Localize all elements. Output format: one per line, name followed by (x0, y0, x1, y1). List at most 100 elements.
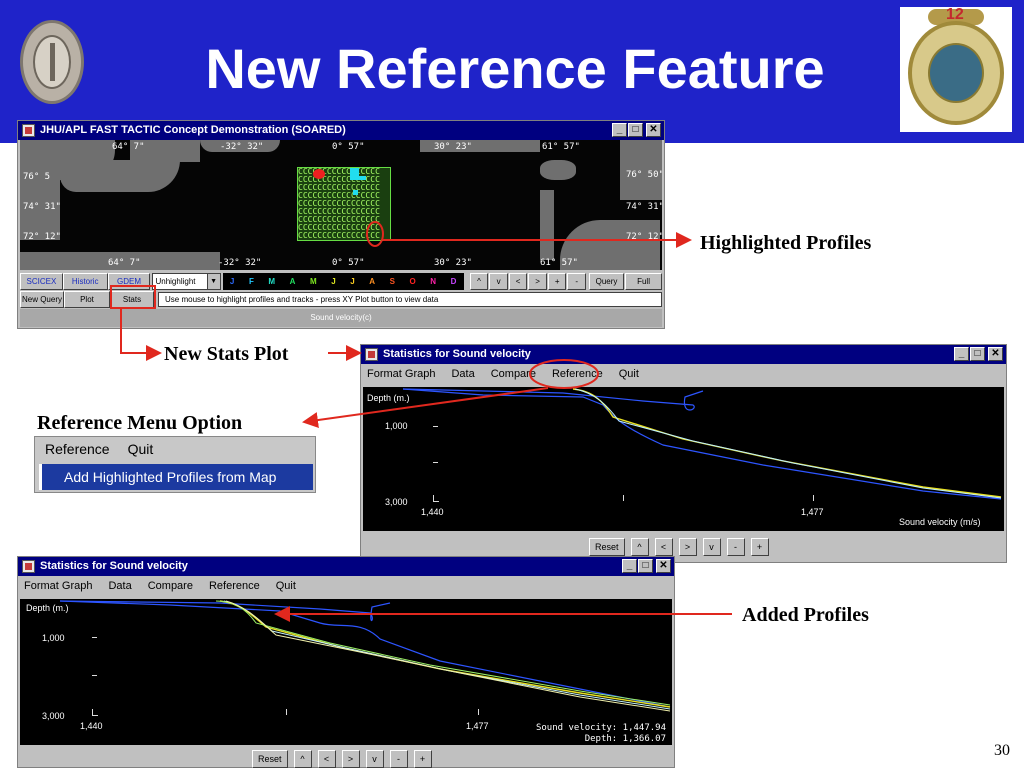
new-query-button[interactable]: New Query (20, 291, 64, 308)
pan-right-button[interactable]: > (341, 750, 360, 768)
map-window: JHU/APL FAST TACTIC Concept Demonstratio… (17, 120, 665, 329)
stats-window-titlebar[interactable]: Statistics for Sound velocity _ □ ✕ (18, 557, 674, 576)
month-oct[interactable]: O (409, 277, 415, 286)
menu-format-graph[interactable]: Format Graph (365, 368, 437, 380)
month-filter: J F M A M J J A S O N D (222, 272, 464, 290)
java-app-icon (22, 124, 35, 137)
plot-controls: Reset ^ < > v - + (589, 538, 769, 556)
month-nov[interactable]: N (430, 277, 436, 286)
pan-right-button[interactable]: > (678, 538, 697, 556)
sound-velocity-plot[interactable]: Depth (m.) 1,000 3,000 1,440 1,477 Sound… (363, 387, 1004, 531)
stats-menubar: Format Graph Data Compare Reference Quit (18, 576, 674, 596)
pan-down-button[interactable]: v (489, 272, 508, 290)
minimize-button[interactable]: _ (954, 347, 969, 361)
track-marker[interactable] (353, 190, 358, 195)
map-latitude-label: 74° 31" (23, 202, 61, 212)
highlighted-profiles-label: Highlighted Profiles (700, 232, 872, 254)
map-longitude-label: 0° 57" (332, 142, 365, 152)
map-toolbar-row-1: SCICEX Historic GDEM Unhighlight J F M A… (20, 271, 663, 291)
map-longitude-label: 0° 57" (332, 258, 365, 268)
zoom-in-button[interactable]: + (750, 538, 769, 556)
menu-compare[interactable]: Compare (489, 368, 538, 380)
profile-grid[interactable]: CCCCCCCCCCCCCCCCC CCCCCCCCCCCCCCCCC CCCCCC… (297, 167, 391, 241)
plot-controls: Reset ^ < > v - + (252, 750, 432, 768)
map-latitude-label: 72° 12" (626, 232, 662, 242)
track-marker[interactable] (354, 176, 366, 180)
status-message: Use mouse to highlight profiles and trac… (158, 292, 662, 307)
page-number: 30 (994, 742, 1010, 759)
month-jan[interactable]: J (230, 277, 234, 286)
menu-format-graph[interactable]: Format Graph (22, 580, 94, 592)
query-button[interactable]: Query (588, 272, 625, 290)
menu-compare[interactable]: Compare (146, 580, 195, 592)
menu-data[interactable]: Data (449, 368, 476, 380)
map-latitude-label: 72° 12" (23, 232, 61, 242)
month-dec[interactable]: D (451, 277, 457, 286)
pan-right-button[interactable]: > (528, 272, 547, 290)
maximize-button[interactable]: □ (628, 123, 643, 137)
month-jun[interactable]: J (331, 277, 335, 286)
highlight-combo[interactable]: Unhighlight (152, 272, 221, 290)
menu-quit[interactable]: Quit (274, 580, 298, 592)
stats-window-with-reference: Statistics for Sound velocity _ □ ✕ Form… (17, 556, 675, 768)
close-button[interactable]: ✕ (988, 347, 1003, 361)
menu-quit[interactable]: Quit (617, 368, 641, 380)
close-button[interactable]: ✕ (656, 559, 671, 573)
pan-down-button[interactable]: v (365, 750, 384, 768)
menu-reference[interactable]: Reference (45, 441, 110, 457)
month-sep[interactable]: S (390, 277, 395, 286)
month-feb[interactable]: F (249, 277, 254, 286)
close-button[interactable]: ✕ (646, 123, 661, 137)
map-longitude-label: 64° 7" (108, 258, 141, 268)
java-app-icon (365, 348, 378, 361)
month-apr[interactable]: A (290, 277, 296, 286)
map-toolbar-row-2: New Query Plot Stats Use mouse to highli… (20, 291, 662, 308)
add-highlighted-profiles-menu-item[interactable]: Add Highlighted Profiles from Map (39, 464, 313, 490)
sound-velocity-plot[interactable]: Depth (m.) 1,000 3,000 1,440 1,477 Sound… (20, 599, 672, 745)
pan-up-button[interactable]: ^ (630, 538, 649, 556)
zoom-out-button[interactable]: - (726, 538, 745, 556)
added-profiles-label: Added Profiles (742, 604, 869, 626)
gdem-button[interactable]: GDEM (107, 272, 151, 290)
month-jul[interactable]: J (350, 277, 354, 286)
pan-down-button[interactable]: v (702, 538, 721, 556)
map-canvas[interactable]: 64° 7" -32° 32" 0° 57" 30° 23" 61° 57" 6… (20, 140, 662, 270)
zoom-in-button[interactable]: + (413, 750, 432, 768)
menu-reference[interactable]: Reference (207, 580, 262, 592)
map-longitude-label: -32° 32" (218, 258, 262, 268)
slide-title: New Reference Feature (205, 37, 825, 100)
pan-left-button[interactable]: < (654, 538, 673, 556)
plot-button[interactable]: Plot (64, 291, 110, 308)
full-button[interactable]: Full (625, 272, 663, 290)
maximize-button[interactable]: □ (638, 559, 653, 573)
pan-left-button[interactable]: < (508, 272, 528, 290)
month-aug[interactable]: A (369, 277, 375, 286)
pan-left-button[interactable]: < (317, 750, 336, 768)
maximize-button[interactable]: □ (970, 347, 985, 361)
pan-up-button[interactable]: ^ (469, 272, 489, 290)
zoom-in-button[interactable]: + (547, 272, 567, 290)
scicex-button[interactable]: SCICEX (20, 272, 63, 290)
reset-button[interactable]: Reset (589, 538, 625, 556)
map-window-titlebar[interactable]: JHU/APL FAST TACTIC Concept Demonstratio… (18, 121, 664, 140)
jhu-university-seal-icon (20, 20, 84, 104)
stats-button[interactable]: Stats (110, 291, 154, 308)
menu-data[interactable]: Data (106, 580, 133, 592)
month-may[interactable]: M (310, 277, 317, 286)
pan-up-button[interactable]: ^ (293, 750, 312, 768)
profile-curves (402, 388, 1002, 500)
map-latitude-label: 74° 31" (626, 202, 662, 212)
zoom-out-button[interactable]: - (389, 750, 408, 768)
minimize-button[interactable]: _ (622, 559, 637, 573)
stats-window-title: Statistics for Sound velocity (40, 560, 188, 572)
historic-button[interactable]: Historic (62, 272, 108, 290)
minimize-button[interactable]: _ (612, 123, 627, 137)
month-mar[interactable]: M (268, 277, 275, 286)
zoom-out-button[interactable]: - (567, 272, 586, 290)
menu-quit[interactable]: Quit (128, 441, 154, 457)
stats-window-titlebar[interactable]: Statistics for Sound velocity _ □ ✕ (361, 345, 1006, 364)
menu-reference[interactable]: Reference (550, 368, 605, 380)
reference-menu-option-label: Reference Menu Option (37, 412, 243, 434)
reset-button[interactable]: Reset (252, 750, 288, 768)
highlighted-profile-marker[interactable] (313, 169, 325, 179)
